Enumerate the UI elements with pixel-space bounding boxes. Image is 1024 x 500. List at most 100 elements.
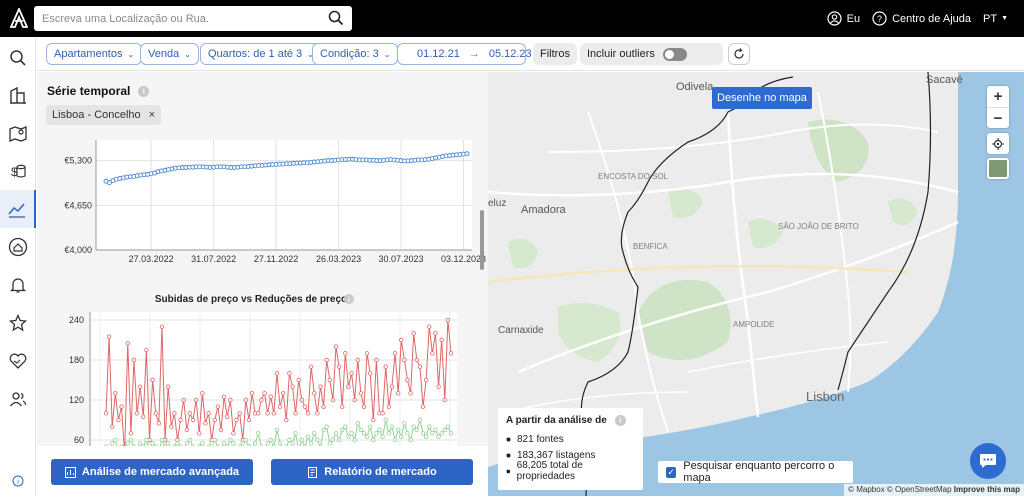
info-icon[interactable]: i — [615, 415, 626, 426]
map-label-amadora: Amadora — [521, 204, 566, 216]
panel-scrollbar[interactable] — [480, 210, 484, 270]
data-point — [437, 385, 441, 389]
data-point — [359, 392, 363, 396]
data-point — [222, 395, 226, 399]
data-point — [325, 358, 329, 362]
data-point — [275, 372, 279, 376]
data-point — [166, 385, 170, 389]
chat-button[interactable] — [970, 443, 1006, 479]
chart-document-icon — [65, 467, 76, 478]
data-point — [393, 438, 397, 442]
nav-buildings[interactable] — [0, 77, 36, 115]
data-point — [427, 325, 431, 329]
data-point — [160, 438, 164, 442]
user-icon — [827, 11, 842, 26]
property-type-dropdown[interactable]: Apartamentos⌄ — [46, 43, 142, 65]
data-point — [238, 412, 242, 416]
search-icon[interactable] — [328, 10, 344, 26]
help-center-link[interactable]: ? Centro de Ajuda — [872, 11, 971, 26]
nav-favorites[interactable] — [0, 304, 36, 342]
filter-bar: Apartamentos⌄ Venda ⌄ Quartos: de 1 até 3… — [37, 37, 1024, 71]
data-point — [213, 418, 217, 422]
location-search — [34, 6, 352, 31]
geolocate-button[interactable] — [987, 133, 1009, 154]
data-point — [390, 385, 394, 389]
data-point — [403, 422, 407, 426]
app-logo-icon[interactable] — [10, 8, 28, 28]
data-point — [316, 438, 320, 442]
nav-home-valuation[interactable] — [0, 228, 36, 266]
draw-on-map-button[interactable]: Desenhe no mapa — [712, 87, 812, 109]
report-icon — [307, 467, 318, 478]
data-point — [328, 378, 332, 382]
data-point — [306, 435, 310, 439]
data-point — [424, 378, 428, 382]
attribution-osm[interactable]: © OpenStreetMap — [887, 485, 952, 494]
nav-users[interactable] — [0, 380, 36, 418]
condition-dropdown[interactable]: Condição: 3⌄ — [312, 43, 398, 65]
nav-time-series[interactable] — [0, 190, 36, 228]
data-point — [256, 432, 260, 436]
bell-icon — [9, 276, 27, 294]
data-point — [288, 372, 292, 376]
data-point — [229, 398, 233, 402]
market-report-button[interactable]: Relatório de mercado — [271, 459, 473, 485]
data-point — [151, 442, 155, 446]
data-point — [409, 392, 413, 396]
data-point — [169, 425, 173, 429]
operation-label: Venda — [148, 48, 179, 60]
data-point — [306, 412, 310, 416]
operation-dropdown[interactable]: Venda ⌄ — [140, 43, 199, 65]
data-point — [396, 428, 400, 432]
user-label: Eu — [847, 13, 860, 25]
advanced-analysis-button[interactable]: Análise de mercado avançada — [51, 459, 253, 485]
data-point — [344, 352, 348, 356]
nav-partners[interactable] — [0, 342, 36, 380]
rooms-dropdown[interactable]: Quartos: de 1 até 3⌄ — [200, 43, 322, 65]
data-point — [434, 332, 438, 336]
include-outliers-toggle[interactable]: Incluir outliers — [580, 43, 723, 65]
data-point — [219, 428, 223, 432]
attribution-mapbox[interactable]: © Mapbox — [848, 485, 885, 494]
search-while-moving[interactable]: ✓ Pesquisar enquanto percorro o mapa — [658, 461, 853, 483]
nav-info[interactable]: i — [0, 462, 36, 500]
zoom-out-button[interactable]: − — [987, 107, 1009, 128]
outliers-switch[interactable] — [663, 48, 687, 61]
data-point — [378, 428, 382, 432]
data-point — [232, 442, 236, 446]
outliers-label: Incluir outliers — [587, 48, 655, 60]
data-point — [350, 432, 354, 436]
search-while-moving-checkbox[interactable]: ✓ — [666, 467, 676, 478]
filters-button[interactable]: Filtros — [533, 43, 577, 65]
user-menu[interactable]: Eu — [827, 11, 860, 26]
date-range-picker[interactable]: 01.12.21 → 05.12.23 — [397, 43, 526, 65]
attribution-improve[interactable]: Improve this map — [954, 485, 1020, 494]
data-point — [185, 428, 189, 432]
data-point — [241, 442, 245, 446]
data-point — [154, 412, 158, 416]
data-point — [182, 398, 186, 402]
help-icon: ? — [872, 11, 887, 26]
map-view[interactable]: Odivela Sacavé Amadora Carnaxide Lisbon … — [488, 72, 1024, 496]
price-changes-chart: Subidas de preço vs Reduções de preçoi60… — [37, 72, 488, 452]
zoom-in-button[interactable]: + — [987, 86, 1009, 107]
satellite-toggle[interactable] — [987, 158, 1009, 179]
refresh-button[interactable] — [728, 43, 750, 65]
data-point — [316, 412, 320, 416]
data-point — [129, 438, 133, 442]
chevron-down-icon: ⌄ — [184, 50, 191, 59]
nav-alerts[interactable] — [0, 266, 36, 304]
nav-prices[interactable]: $ — [0, 152, 36, 190]
handshake-heart-icon — [9, 352, 27, 370]
location-search-input[interactable] — [34, 6, 314, 31]
data-point — [362, 405, 366, 409]
data-point — [344, 425, 348, 429]
nav-map-analysis[interactable] — [0, 114, 36, 152]
data-point — [356, 422, 360, 426]
language-select[interactable]: PT ▼ — [983, 13, 1008, 25]
nav-search[interactable] — [0, 39, 36, 77]
data-point — [278, 405, 282, 409]
data-point — [353, 398, 357, 402]
data-point — [390, 425, 394, 429]
info-icon-glyph: i — [348, 297, 350, 304]
